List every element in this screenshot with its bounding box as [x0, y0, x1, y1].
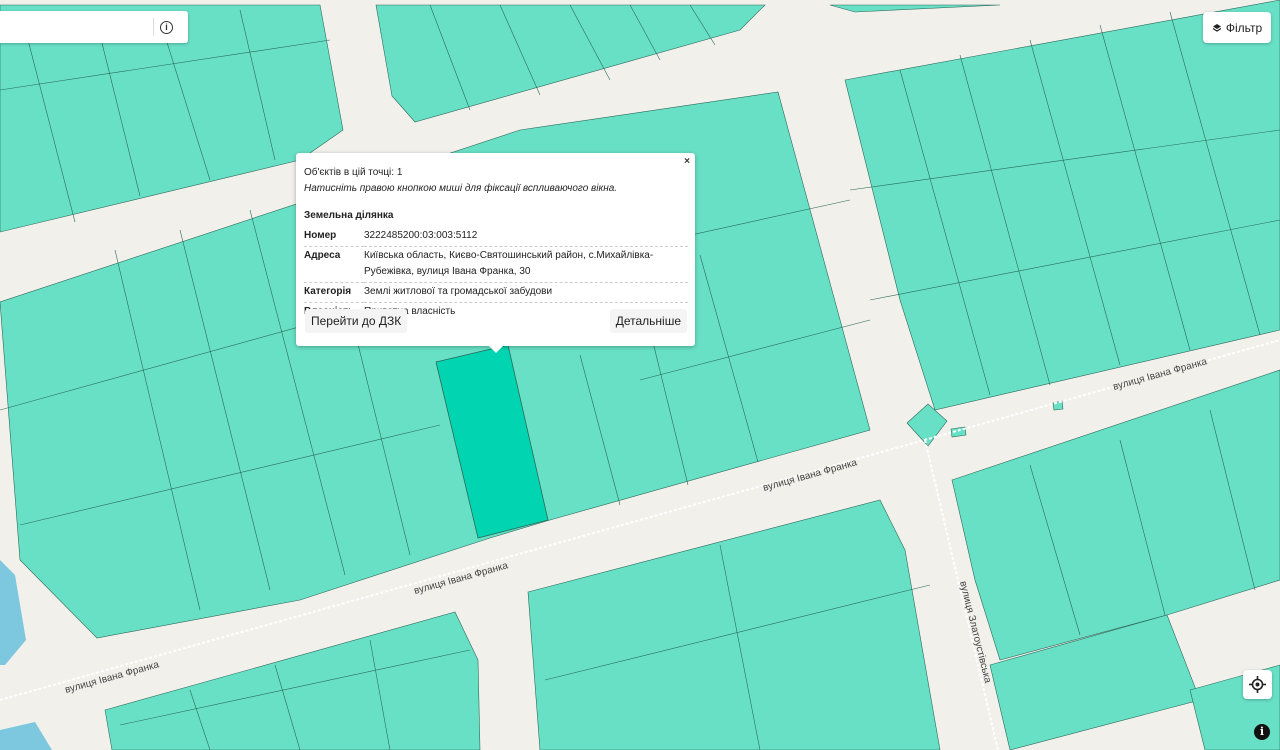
close-icon[interactable]: × [684, 156, 690, 167]
popup-object-count: Об'єктів в цій точці: 1 [304, 167, 403, 178]
search-input[interactable] [0, 11, 150, 41]
filter-button-label: Фільтр [1225, 20, 1263, 35]
table-row: Адреса Київська область, Києво-Святошинс… [304, 246, 688, 283]
map-canvas[interactable]: вулиця Івана Франка вулиця Івана Франка … [0, 0, 1280, 750]
row-value-category: Землі житлової та громадської забудови [364, 282, 688, 303]
details-button[interactable]: Детальніше [609, 309, 687, 333]
attribution-icon[interactable]: i [1254, 724, 1270, 740]
row-key-address: Адреса [304, 246, 364, 283]
popup-hint: Натисніть правою кнопкою миші для фіксац… [304, 183, 618, 194]
layers-icon [1212, 23, 1222, 32]
table-row: Категорія Землі житлової та громадської … [304, 282, 688, 303]
parcel-popup: × Об'єктів в цій точці: 1 Натисніть прав… [296, 153, 695, 346]
row-value-address: Київська область, Києво-Святошинський ра… [364, 246, 688, 283]
info-icon[interactable]: i [160, 21, 173, 34]
popup-title: Земельна ділянка [304, 210, 394, 221]
row-key-number: Номер [304, 227, 364, 247]
search-box: i [0, 11, 188, 43]
parcel-details-table: Номер 3222485200:03:003:5112 Адреса Київ… [304, 227, 688, 322]
table-row: Номер 3222485200:03:003:5112 [304, 227, 688, 247]
row-key-category: Категорія [304, 282, 364, 303]
locate-button[interactable] [1243, 670, 1272, 699]
filter-button[interactable]: Фільтр [1203, 12, 1271, 43]
search-separator [153, 18, 154, 36]
row-value-number: 3222485200:03:003:5112 [364, 227, 688, 247]
crosshair-icon [1249, 676, 1266, 693]
popup-tip [488, 345, 504, 353]
goto-dzk-button[interactable]: Перейти до ДЗК [305, 309, 408, 333]
